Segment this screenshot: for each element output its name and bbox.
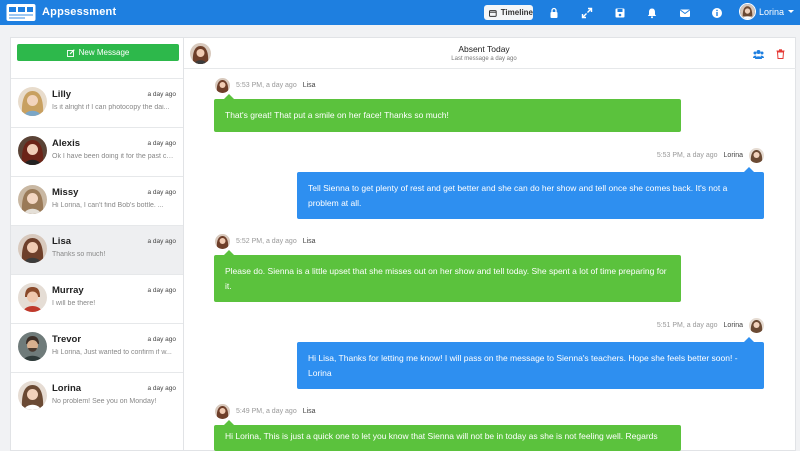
message-time: 5:49 PM, a day ago bbox=[236, 408, 297, 415]
contact-name: Lorina bbox=[52, 383, 82, 394]
message-time: 5:53 PM, a day ago bbox=[656, 152, 718, 159]
message-time: 5:53 PM, a day ago bbox=[236, 82, 297, 89]
sender-avatar bbox=[215, 404, 230, 419]
lock-icon[interactable] bbox=[547, 6, 560, 19]
bell-icon[interactable] bbox=[645, 6, 658, 19]
contact-avatar bbox=[18, 283, 47, 312]
message-preview: Ok I have been doing it for the past co.… bbox=[52, 153, 174, 160]
message-author: Lisa bbox=[302, 82, 316, 89]
sender-avatar bbox=[215, 78, 230, 93]
user-menu[interactable]: Lorina bbox=[739, 3, 795, 20]
message-author: Lorina bbox=[723, 152, 743, 159]
message-meta: 5:49 PM, a day ago Lisa bbox=[215, 404, 316, 419]
message-author: Lisa bbox=[302, 408, 316, 415]
chat-header: Absent Today Last message a day ago bbox=[184, 38, 796, 69]
top-navbar: Appsessment Timeline Lorina bbox=[0, 0, 800, 25]
app-title[interactable]: Appsessment bbox=[42, 6, 116, 18]
contact-name: Murray bbox=[52, 285, 84, 296]
conversation-date: a day ago bbox=[147, 140, 176, 147]
message-preview: Thanks so much! bbox=[52, 251, 106, 258]
user-name: Lorina bbox=[759, 6, 785, 17]
conversation-item[interactable]: Lorina a day ago No problem! See you on … bbox=[11, 372, 183, 421]
message-bubble-incoming: Please do. Sienna is a little upset that… bbox=[214, 255, 681, 302]
conversation-date: a day ago bbox=[147, 189, 176, 196]
conversation-item[interactable]: Lilly a day ago Is it alright if I can p… bbox=[11, 78, 183, 127]
sender-avatar bbox=[749, 148, 764, 163]
message-author: Lisa bbox=[302, 238, 316, 245]
message-bubble-outgoing: Tell Sienna to get plenty of rest and ge… bbox=[297, 172, 764, 219]
chat-panel: Absent Today Last message a day ago 5:53… bbox=[184, 37, 796, 451]
envelope-icon[interactable] bbox=[678, 6, 691, 19]
expand-icon[interactable] bbox=[580, 6, 593, 19]
contact-name: Missy bbox=[52, 187, 79, 198]
message-bubble-outgoing: Hi Lisa, Thanks for letting me know! I w… bbox=[297, 342, 764, 389]
chevron-down-icon bbox=[788, 10, 795, 13]
trash-icon[interactable] bbox=[776, 49, 785, 59]
message-meta: 5:51 PM, a day ago Lorina bbox=[657, 318, 764, 333]
message-bubble-incoming: That's great! That put a smile on her fa… bbox=[214, 99, 681, 132]
message-author: Lorina bbox=[723, 322, 743, 329]
sender-avatar bbox=[215, 234, 230, 249]
message-preview: No problem! See you on Monday! bbox=[52, 398, 157, 405]
chat-title: Absent Today bbox=[458, 44, 510, 54]
timeline-button[interactable]: Timeline bbox=[484, 5, 533, 20]
message-meta: 5:53 PM, a day ago Lisa bbox=[215, 78, 316, 93]
new-message-label: New Message bbox=[78, 48, 130, 57]
group-icon[interactable] bbox=[753, 49, 764, 59]
conversation-item[interactable]: Alexis a day ago Ok I have been doing it… bbox=[11, 127, 183, 176]
timeline-label: Timeline bbox=[500, 8, 533, 17]
conversation-sidebar: New Message Lilly a day ago Is it alrigh… bbox=[10, 37, 184, 451]
conversation-item[interactable]: Trevor a day ago Hi Lorina, Just wanted … bbox=[11, 323, 183, 372]
conversation-item[interactable]: Missy a day ago Hi Lorina, I can't find … bbox=[11, 176, 183, 225]
chat-subtitle: Last message a day ago bbox=[451, 56, 517, 62]
conversation-date: a day ago bbox=[147, 385, 176, 392]
user-avatar bbox=[739, 3, 756, 20]
new-message-button[interactable]: New Message bbox=[17, 44, 179, 61]
contact-name: Lilly bbox=[52, 89, 72, 100]
message-time: 5:51 PM, a day ago bbox=[656, 322, 718, 329]
calendar-icon bbox=[489, 9, 497, 17]
conversation-date: a day ago bbox=[147, 91, 176, 98]
contact-avatar bbox=[18, 136, 47, 165]
contact-avatar bbox=[18, 87, 47, 116]
contact-avatar bbox=[18, 332, 47, 361]
contact-name: Alexis bbox=[52, 138, 80, 149]
conversation-item[interactable]: Murray a day ago I will be there! bbox=[11, 274, 183, 323]
contact-avatar bbox=[18, 185, 47, 214]
edit-icon bbox=[66, 48, 75, 57]
message-preview: Is it alright if I can photocopy the dai… bbox=[52, 104, 170, 111]
message-meta: 5:52 PM, a day ago Lisa bbox=[215, 234, 316, 249]
message-preview: Hi Lorina, Just wanted to confirm if w..… bbox=[52, 349, 172, 356]
contact-avatar bbox=[18, 381, 47, 410]
conversation-date: a day ago bbox=[147, 238, 176, 245]
message-time: 5:52 PM, a day ago bbox=[236, 238, 297, 245]
contact-name: Trevor bbox=[52, 334, 82, 345]
conversation-item-active[interactable]: Lisa a day ago Thanks so much! bbox=[11, 225, 183, 274]
info-icon[interactable] bbox=[710, 6, 723, 19]
message-meta: 5:53 PM, a day ago Lorina bbox=[657, 148, 764, 163]
app-logo-icon[interactable] bbox=[6, 3, 36, 22]
message-preview: Hi Lorina, I can't find Bob's bottle. ..… bbox=[52, 202, 164, 209]
contact-name: Lisa bbox=[52, 236, 72, 247]
message-bubble-incoming: Hi Lorina, This is just a quick one to l… bbox=[214, 425, 681, 451]
sender-avatar bbox=[749, 318, 764, 333]
conversation-list: Lilly a day ago Is it alright if I can p… bbox=[11, 78, 183, 421]
message-preview: I will be there! bbox=[52, 300, 96, 307]
contact-avatar bbox=[18, 234, 47, 263]
save-icon[interactable] bbox=[613, 6, 626, 19]
conversation-date: a day ago bbox=[147, 336, 176, 343]
conversation-date: a day ago bbox=[147, 287, 176, 294]
